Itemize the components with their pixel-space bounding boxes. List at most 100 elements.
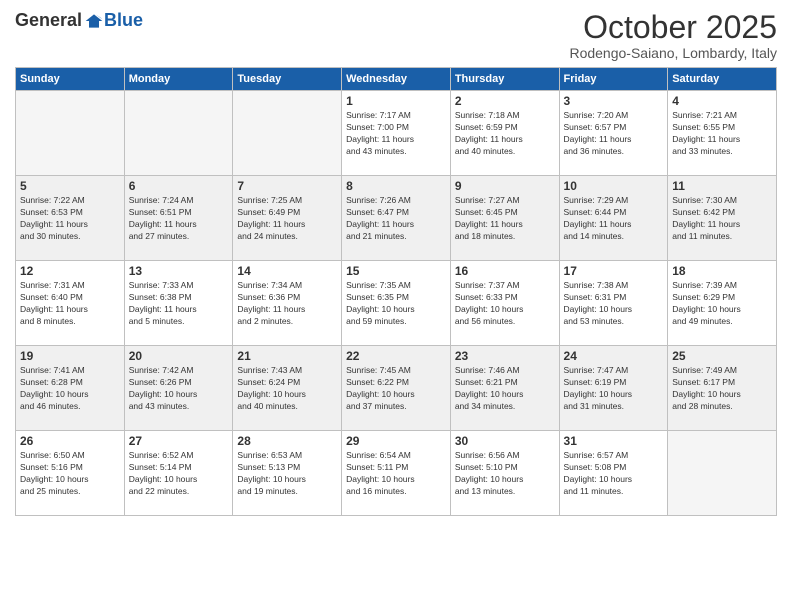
day-info: Sunrise: 7:43 AM Sunset: 6:24 PM Dayligh… (237, 365, 337, 413)
location-title: Rodengo-Saiano, Lombardy, Italy (569, 45, 777, 61)
calendar-cell: 12Sunrise: 7:31 AM Sunset: 6:40 PM Dayli… (16, 261, 125, 346)
day-info: Sunrise: 7:41 AM Sunset: 6:28 PM Dayligh… (20, 365, 120, 413)
day-info: Sunrise: 7:35 AM Sunset: 6:35 PM Dayligh… (346, 280, 446, 328)
day-number: 23 (455, 349, 555, 363)
calendar-cell: 22 Sunrise: 7:45 AM Sunset: 6:22 PM Dayli… (342, 346, 451, 431)
header: General Blue October 2025 Rodengo-Saiano… (15, 10, 777, 61)
calendar-cell: 11Sunrise: 7:30 AM Sunset: 6:42 PM Dayli… (668, 176, 777, 261)
calendar-cell (668, 431, 777, 516)
calendar-row-3: 19 Sunrise: 7:41 AM Sunset: 6:28 PM Dayli… (16, 346, 777, 431)
calendar-cell: 31Sunrise: 6:57 AM Sunset: 5:08 PM Dayli… (559, 431, 668, 516)
day-info: Sunrise: 7:42 AM Sunset: 6:26 PM Dayligh… (129, 365, 229, 413)
day-info: Sunrise: 7:29 AM Sunset: 6:44 PM Dayligh… (564, 195, 664, 243)
calendar-cell: 6 Sunrise: 7:24 AM Sunset: 6:51 PM Daylig… (124, 176, 233, 261)
day-number: 16 (455, 264, 555, 278)
day-info: Sunrise: 7:26 AM Sunset: 6:47 PM Dayligh… (346, 195, 446, 243)
day-number: 20 (129, 349, 229, 363)
col-header-friday: Friday (559, 68, 668, 91)
calendar-cell (124, 91, 233, 176)
calendar-row-1: 5 Sunrise: 7:22 AM Sunset: 6:53 PM Daylig… (16, 176, 777, 261)
calendar-row-4: 26 Sunrise: 6:50 AM Sunset: 5:16 PM Dayli… (16, 431, 777, 516)
calendar-cell: 14 Sunrise: 7:34 AM Sunset: 6:36 PM Dayli… (233, 261, 342, 346)
day-info: Sunrise: 6:50 AM Sunset: 5:16 PM Dayligh… (20, 450, 120, 498)
day-number: 31 (564, 434, 664, 448)
col-header-tuesday: Tuesday (233, 68, 342, 91)
day-info: Sunrise: 7:47 AM Sunset: 6:19 PM Dayligh… (564, 365, 664, 413)
calendar-cell: 24 Sunrise: 7:47 AM Sunset: 6:19 PM Dayli… (559, 346, 668, 431)
calendar-cell: 5 Sunrise: 7:22 AM Sunset: 6:53 PM Daylig… (16, 176, 125, 261)
day-number: 25 (672, 349, 772, 363)
page: General Blue October 2025 Rodengo-Saiano… (0, 0, 792, 612)
logo: General Blue (15, 10, 143, 31)
calendar-cell: 29 Sunrise: 6:54 AM Sunset: 5:11 PM Dayli… (342, 431, 451, 516)
day-info: Sunrise: 7:33 AM Sunset: 6:38 PM Dayligh… (129, 280, 229, 328)
day-info: Sunrise: 7:25 AM Sunset: 6:49 PM Dayligh… (237, 195, 337, 243)
day-info: Sunrise: 7:38 AM Sunset: 6:31 PM Dayligh… (564, 280, 664, 328)
day-number: 6 (129, 179, 229, 193)
day-info: Sunrise: 6:56 AM Sunset: 5:10 PM Dayligh… (455, 450, 555, 498)
title-section: October 2025 Rodengo-Saiano, Lombardy, I… (569, 10, 777, 61)
calendar-cell: 2Sunrise: 7:18 AM Sunset: 6:59 PM Daylig… (450, 91, 559, 176)
day-number: 26 (20, 434, 120, 448)
day-number: 24 (564, 349, 664, 363)
day-info: Sunrise: 7:24 AM Sunset: 6:51 PM Dayligh… (129, 195, 229, 243)
day-info: Sunrise: 7:49 AM Sunset: 6:17 PM Dayligh… (672, 365, 772, 413)
col-header-thursday: Thursday (450, 68, 559, 91)
calendar-cell: 9Sunrise: 7:27 AM Sunset: 6:45 PM Daylig… (450, 176, 559, 261)
day-number: 22 (346, 349, 446, 363)
calendar-cell: 30 Sunrise: 6:56 AM Sunset: 5:10 PM Dayli… (450, 431, 559, 516)
col-header-wednesday: Wednesday (342, 68, 451, 91)
day-number: 30 (455, 434, 555, 448)
calendar-cell (233, 91, 342, 176)
calendar-cell: 15 Sunrise: 7:35 AM Sunset: 6:35 PM Dayli… (342, 261, 451, 346)
day-number: 19 (20, 349, 120, 363)
day-info: Sunrise: 7:20 AM Sunset: 6:57 PM Dayligh… (564, 110, 664, 158)
day-info: Sunrise: 7:17 AM Sunset: 7:00 PM Dayligh… (346, 110, 446, 158)
day-info: Sunrise: 7:39 AM Sunset: 6:29 PM Dayligh… (672, 280, 772, 328)
calendar-cell: 4Sunrise: 7:21 AM Sunset: 6:55 PM Daylig… (668, 91, 777, 176)
calendar-cell: 27 Sunrise: 6:52 AM Sunset: 5:14 PM Dayli… (124, 431, 233, 516)
day-number: 10 (564, 179, 664, 193)
logo-icon (84, 11, 104, 31)
day-number: 21 (237, 349, 337, 363)
calendar-cell: 13 Sunrise: 7:33 AM Sunset: 6:38 PM Dayli… (124, 261, 233, 346)
calendar-cell: 16Sunrise: 7:37 AM Sunset: 6:33 PM Dayli… (450, 261, 559, 346)
calendar-cell: 18Sunrise: 7:39 AM Sunset: 6:29 PM Dayli… (668, 261, 777, 346)
day-number: 28 (237, 434, 337, 448)
day-number: 3 (564, 94, 664, 108)
day-info: Sunrise: 7:45 AM Sunset: 6:22 PM Dayligh… (346, 365, 446, 413)
day-number: 27 (129, 434, 229, 448)
calendar-cell: 7Sunrise: 7:25 AM Sunset: 6:49 PM Daylig… (233, 176, 342, 261)
calendar-cell: 8Sunrise: 7:26 AM Sunset: 6:47 PM Daylig… (342, 176, 451, 261)
calendar-cell: 23Sunrise: 7:46 AM Sunset: 6:21 PM Dayli… (450, 346, 559, 431)
day-number: 2 (455, 94, 555, 108)
logo-general-text: General (15, 10, 82, 31)
month-title: October 2025 (569, 10, 777, 45)
calendar-cell: 3 Sunrise: 7:20 AM Sunset: 6:57 PM Daylig… (559, 91, 668, 176)
day-number: 13 (129, 264, 229, 278)
calendar-cell: 20 Sunrise: 7:42 AM Sunset: 6:26 PM Dayli… (124, 346, 233, 431)
day-info: Sunrise: 7:21 AM Sunset: 6:55 PM Dayligh… (672, 110, 772, 158)
calendar-row-2: 12Sunrise: 7:31 AM Sunset: 6:40 PM Dayli… (16, 261, 777, 346)
day-number: 9 (455, 179, 555, 193)
day-number: 29 (346, 434, 446, 448)
day-info: Sunrise: 7:22 AM Sunset: 6:53 PM Dayligh… (20, 195, 120, 243)
day-number: 5 (20, 179, 120, 193)
calendar-cell: 26 Sunrise: 6:50 AM Sunset: 5:16 PM Dayli… (16, 431, 125, 516)
day-info: Sunrise: 6:54 AM Sunset: 5:11 PM Dayligh… (346, 450, 446, 498)
day-number: 14 (237, 264, 337, 278)
calendar-cell: 25 Sunrise: 7:49 AM Sunset: 6:17 PM Dayli… (668, 346, 777, 431)
day-info: Sunrise: 7:31 AM Sunset: 6:40 PM Dayligh… (20, 280, 120, 328)
calendar-cell: 1Sunrise: 7:17 AM Sunset: 7:00 PM Daylig… (342, 91, 451, 176)
day-info: Sunrise: 6:52 AM Sunset: 5:14 PM Dayligh… (129, 450, 229, 498)
day-number: 11 (672, 179, 772, 193)
day-info: Sunrise: 7:34 AM Sunset: 6:36 PM Dayligh… (237, 280, 337, 328)
day-info: Sunrise: 6:53 AM Sunset: 5:13 PM Dayligh… (237, 450, 337, 498)
calendar-row-0: 1Sunrise: 7:17 AM Sunset: 7:00 PM Daylig… (16, 91, 777, 176)
calendar-header-row: Sunday Monday Tuesday Wednesday Thursday… (16, 68, 777, 91)
col-header-monday: Monday (124, 68, 233, 91)
calendar-cell: 19 Sunrise: 7:41 AM Sunset: 6:28 PM Dayli… (16, 346, 125, 431)
day-number: 15 (346, 264, 446, 278)
day-number: 17 (564, 264, 664, 278)
calendar-cell: 28 Sunrise: 6:53 AM Sunset: 5:13 PM Dayli… (233, 431, 342, 516)
